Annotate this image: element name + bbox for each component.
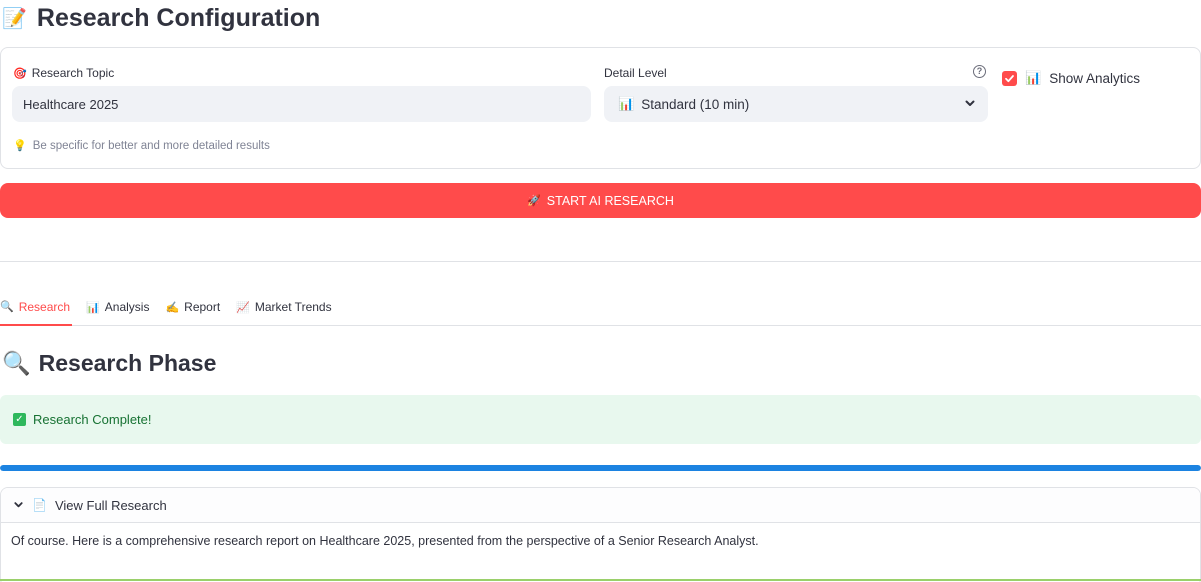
magnifier-icon: 🔍 [0,301,14,313]
divider [0,261,1201,262]
show-analytics-checkbox[interactable]: 📊 Show Analytics [1002,70,1140,86]
tab-report-label: Report [184,300,221,314]
chart-increasing-icon: 📈 [236,301,250,314]
full-research-expander: 📄 View Full Research Of course. Here is … [0,487,1201,582]
tab-market-trends[interactable]: 📈 Market Trends [236,289,333,325]
check-mark-icon: ✓ [13,413,26,426]
start-research-button[interactable]: 🚀 START AI RESEARCH [0,183,1201,218]
checkbox-checked-icon[interactable] [1002,70,1017,86]
topic-label-text: Research Topic [31,66,115,80]
tab-market-trends-label: Market Trends [254,300,332,314]
show-analytics-label: Show Analytics [1049,70,1140,86]
page-title-text: Research Configuration [36,4,321,32]
page-icon: 📄 [32,498,47,512]
bar-chart-icon: 📊 [618,96,635,111]
rocket-icon: 🚀 [527,195,541,207]
expander-label: View Full Research [54,497,167,513]
config-card: 🎯 Research Topic Detail Level 📊 Standard… [0,47,1201,169]
research-complete-alert: ✓ Research Complete! [0,395,1201,444]
research-phase-title-text: Research Phase [38,350,217,376]
progress-bar [0,465,1201,471]
help-icon[interactable]: ? [973,65,986,78]
tab-research-label: Research [18,299,71,314]
page: 📝 Research Configuration 🎯 Research Topi… [0,0,1201,582]
tab-research[interactable]: 🔍 Research [0,289,73,326]
memo-icon: 📝 [2,8,27,30]
magnifier-icon: 🔍 [2,350,31,376]
chevron-down-icon [964,97,976,112]
chevron-down-icon [13,498,24,513]
target-icon: 🎯 [13,67,27,80]
tab-analysis[interactable]: 📊 Analysis [86,289,151,325]
research-topic-input[interactable] [12,86,591,122]
tab-analysis-label: Analysis [104,300,150,314]
detail-level-select[interactable]: 📊 Standard (10 min) [604,86,988,122]
start-research-label: START AI RESEARCH [546,193,674,208]
research-complete-text: Research Complete! [33,412,152,427]
expander-header[interactable]: 📄 View Full Research [1,488,1200,523]
topic-label: 🎯 Research Topic [13,66,114,80]
writing-hand-icon: ✍️ [165,301,180,314]
light-bulb-icon: 💡 [13,140,27,152]
research-report-text: Of course. Here is a comprehensive resea… [11,534,759,548]
research-phase-title: 🔍 Research Phase [2,350,216,377]
topic-hint-text: Be specific for better and more detailed… [32,139,270,152]
progress-bar-fill [0,465,1201,471]
page-title: 📝 Research Configuration [2,4,320,33]
bar-chart-icon: 📊 [1025,70,1042,85]
tab-report[interactable]: ✍️ Report [165,289,222,325]
topic-hint: 💡 Be specific for better and more detail… [13,139,270,153]
detail-level-label: Detail Level [604,66,667,80]
divider [0,579,1201,581]
detail-level-value: Standard (10 min) [641,96,750,112]
bar-chart-icon: 📊 [86,301,100,314]
tab-bar: 🔍 Research 📊 Analysis ✍️ Report 📈 Market… [0,289,1201,326]
